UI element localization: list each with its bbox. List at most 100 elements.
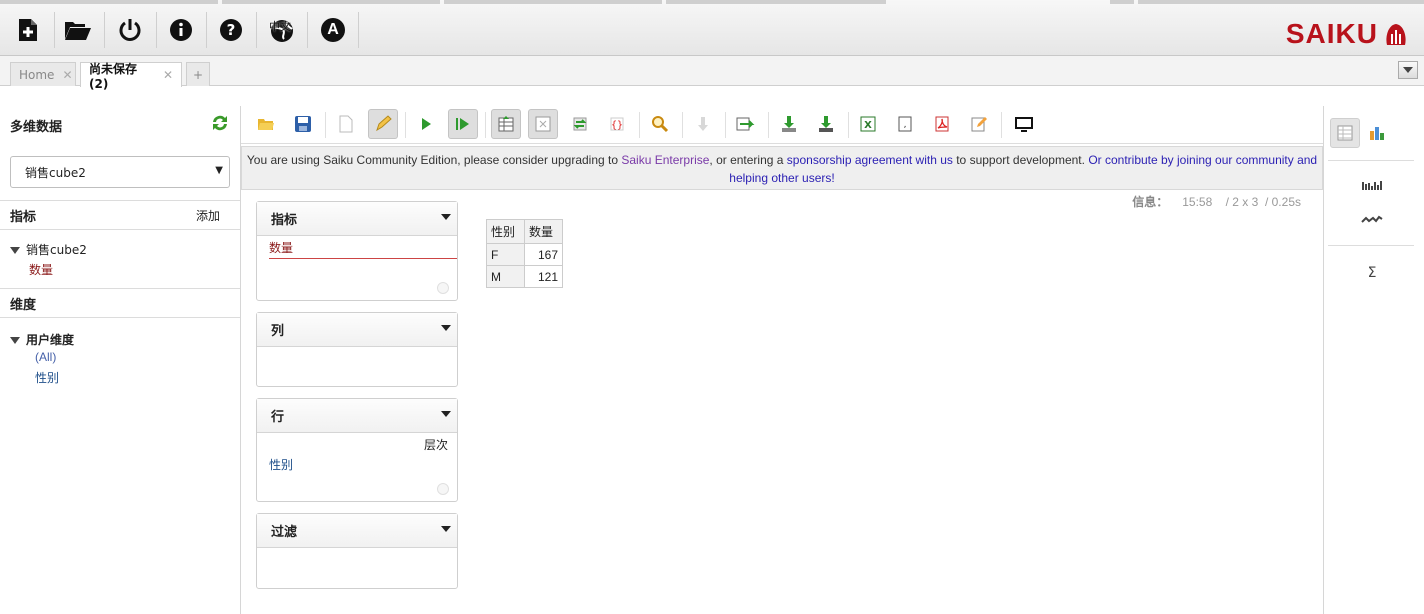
filter-drop-title: 过滤: [271, 525, 298, 540]
export-csv-icon[interactable]: ,: [890, 109, 920, 139]
row-header-cell[interactable]: F: [486, 243, 525, 266]
main-toolbar: ? 中文 A SAIKU: [0, 0, 1424, 56]
dimension-level-gender[interactable]: 性别: [35, 369, 59, 386]
cube-explorer-panel: 多维数据 销售cube2 ▼ 指标 添加 销售cube2 数量 维度 用户维度 …: [0, 106, 241, 614]
measures-drop-item[interactable]: 数量: [269, 239, 457, 259]
tab-home[interactable]: Home ✕: [10, 62, 76, 86]
dimension-group[interactable]: 用户维度: [10, 331, 74, 348]
notice-text-2: , or entering a: [709, 153, 787, 167]
tab-unsaved-query[interactable]: 尚未保存 (2) ✕: [80, 62, 182, 91]
toolbar-separator: [206, 12, 207, 48]
open-folder-icon[interactable]: [251, 109, 281, 139]
export-pdf-icon[interactable]: [927, 109, 957, 139]
fullscreen-icon[interactable]: [1009, 109, 1039, 139]
about-icon[interactable]: [165, 14, 197, 46]
measures-drop-title: 指标: [271, 213, 298, 228]
measures-drop-box[interactable]: 指标 数量: [256, 201, 458, 301]
toggle-sidebar-icon[interactable]: [528, 109, 558, 139]
toggle-fields-icon[interactable]: [491, 109, 521, 139]
dimension-group-label: 用户维度: [26, 333, 75, 347]
toolbar-separator: [156, 12, 157, 48]
language-icon-text: 中文: [269, 20, 291, 33]
edition-notice: You are using Saiku Community Edition, p…: [241, 146, 1323, 190]
measure-item[interactable]: 数量: [29, 261, 53, 278]
new-blank-icon[interactable]: [331, 109, 361, 139]
hierarchy-label: 层次: [423, 438, 448, 452]
top-strip: [0, 0, 218, 4]
close-tab-icon[interactable]: ✕: [62, 68, 72, 82]
toolbar-separator: [54, 12, 55, 48]
expand-triangle-icon: [10, 337, 20, 344]
non-empty-icon[interactable]: {}: [602, 109, 632, 139]
toolbar-separator: [682, 112, 683, 138]
toolbar-separator: [256, 12, 257, 48]
close-tab-icon[interactable]: ✕: [163, 68, 173, 82]
sponsorship-link[interactable]: sponsorship agreement with us: [787, 153, 953, 167]
dropdown-triangle-icon[interactable]: [441, 325, 451, 331]
toolbar-separator: [639, 112, 640, 138]
toolbar-separator: [307, 12, 308, 48]
top-strip: [222, 0, 440, 4]
edit-query-icon[interactable]: [368, 109, 398, 139]
help-icon[interactable]: ?: [215, 14, 247, 46]
table-cell: 121: [524, 265, 563, 288]
edit-report-icon[interactable]: [964, 109, 994, 139]
toolbar-separator: [768, 112, 769, 138]
swap-axis-icon[interactable]: [565, 109, 595, 139]
export-excel-icon[interactable]: X: [853, 109, 883, 139]
rows-drop-header: 行: [257, 399, 457, 433]
new-query-icon[interactable]: [12, 14, 44, 46]
table-view-icon[interactable]: [1330, 118, 1360, 148]
chart-view-icon[interactable]: [1362, 118, 1392, 148]
sparkline-icon[interactable]: [1357, 204, 1387, 234]
table-header-cell[interactable]: 性别: [486, 219, 525, 244]
dimensions-header: 维度: [10, 297, 37, 313]
measure-group[interactable]: 销售cube2: [10, 241, 87, 258]
admin-icon[interactable]: A: [317, 14, 349, 46]
summary-sigma-icon[interactable]: Σ: [1357, 258, 1387, 288]
add-tab-label: +: [192, 67, 204, 82]
dropdown-triangle-icon[interactable]: [441, 214, 451, 220]
dropdown-arrow-icon: ▼: [215, 165, 223, 176]
export-drillthrough-icon[interactable]: [774, 109, 804, 139]
filter-drop-box[interactable]: 过滤: [256, 513, 458, 589]
refresh-cubes-icon[interactable]: [210, 114, 230, 135]
sparkbar-icon[interactable]: [1357, 169, 1387, 199]
dropdown-triangle-icon[interactable]: [441, 526, 451, 532]
run-query-icon[interactable]: [411, 109, 441, 139]
cube-select[interactable]: 销售cube2 ▼: [10, 156, 230, 188]
columns-drop-box[interactable]: 列: [256, 312, 458, 387]
open-query-icon[interactable]: [62, 14, 94, 46]
brand-name: SAIKU: [1285, 18, 1378, 49]
language-icon[interactable]: 中文: [266, 14, 298, 46]
panel-header: 多维数据: [0, 110, 240, 140]
remove-circle-icon[interactable]: [437, 483, 449, 495]
top-strip: [666, 0, 886, 4]
zoom-icon[interactable]: [645, 109, 675, 139]
dimension-level-all[interactable]: (All): [35, 350, 56, 364]
add-tab-button[interactable]: +: [186, 62, 210, 86]
table-row: M 121: [486, 265, 563, 288]
logout-icon[interactable]: [114, 14, 146, 46]
rows-drop-box[interactable]: 行 层次 性别: [256, 398, 458, 502]
remove-circle-icon[interactable]: [437, 282, 449, 294]
rows-drop-item[interactable]: 性别: [269, 456, 293, 473]
measure-group-label: 销售cube2: [26, 243, 87, 257]
table-cell: 167: [524, 243, 563, 266]
save-icon[interactable]: [288, 109, 318, 139]
export-download-icon[interactable]: [811, 109, 841, 139]
drill-down-icon[interactable]: [688, 109, 718, 139]
saiku-enterprise-link[interactable]: Saiku Enterprise: [621, 153, 709, 167]
notice-text-1: You are using Saiku Community Edition, p…: [246, 153, 622, 167]
toolbar-separator: [325, 112, 326, 138]
row-header-cell[interactable]: M: [486, 265, 525, 288]
table-header-cell[interactable]: 数量: [524, 219, 563, 244]
table-header-row: 性别 数量: [486, 219, 563, 244]
tab-list-dropdown[interactable]: [1398, 61, 1418, 79]
tab-bar: Home ✕ 尚未保存 (2) ✕ +: [0, 56, 1424, 91]
saiku-logo: SAIKU: [1286, 18, 1408, 50]
dropdown-triangle-icon[interactable]: [441, 411, 451, 417]
auto-run-icon[interactable]: [448, 109, 478, 139]
drillthrough-icon[interactable]: [731, 109, 761, 139]
add-measure-link[interactable]: 添加: [196, 207, 220, 224]
